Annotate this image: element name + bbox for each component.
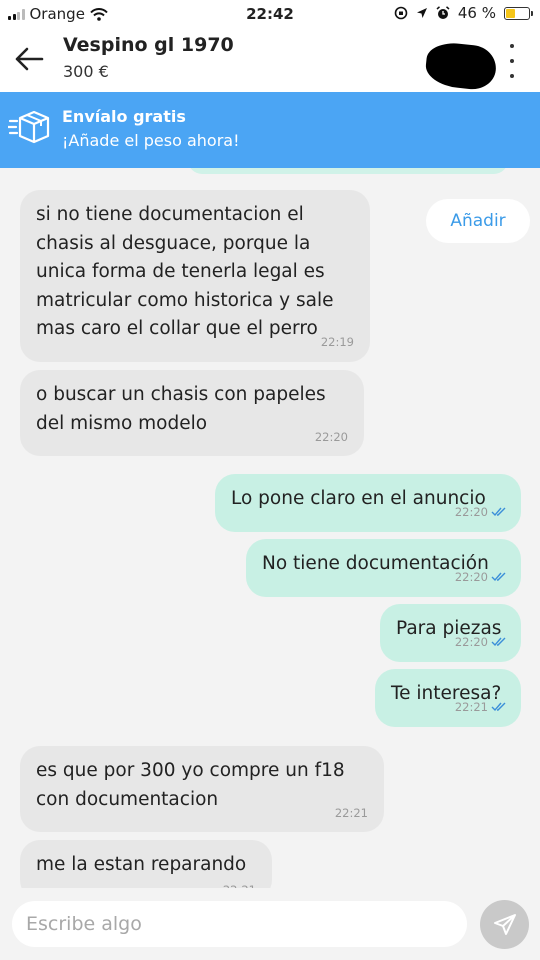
shipping-banner: Envíalo gratis ¡Añade el peso ahora! Aña…	[0, 92, 540, 243]
listing-title[interactable]: Vespino gl 1970	[63, 34, 234, 56]
location-icon	[416, 8, 427, 18]
read-check-icon	[491, 637, 506, 647]
status-right: 46 %	[394, 4, 533, 22]
message-bubble-incoming[interactable]: me la estan reparando 22:21	[20, 840, 272, 888]
read-check-icon	[491, 702, 506, 712]
message-time: 22:20	[314, 429, 348, 444]
status-bar: Orange 22:42 46 %	[0, 0, 540, 28]
read-check-icon	[491, 507, 506, 517]
message-time: 22:20	[454, 505, 488, 519]
alarm-icon	[436, 6, 450, 19]
avatar[interactable]	[423, 40, 499, 92]
back-arrow-icon[interactable]	[14, 46, 44, 72]
message-text: o buscar un chasis con papeles del mismo…	[36, 384, 326, 434]
message-bubble-outgoing[interactable]: No tiene documentación 22:20	[246, 539, 521, 597]
message-bubble-outgoing[interactable]: Para piezas 22:20	[380, 604, 521, 662]
message-input[interactable]	[12, 901, 467, 947]
battery-percent: 46 %	[457, 4, 496, 22]
package-icon	[8, 110, 50, 144]
message-list[interactable]: si no tiene documentacion el chasis al d…	[0, 168, 540, 888]
send-button[interactable]	[480, 900, 529, 949]
message-bubble-incoming[interactable]: o buscar un chasis con papeles del mismo…	[20, 370, 364, 456]
message-time: 22:21	[334, 805, 368, 820]
more-options-icon[interactable]	[502, 44, 522, 78]
orientation-lock-icon	[394, 6, 408, 20]
previous-message-edge	[188, 168, 508, 174]
message-composer	[0, 888, 540, 960]
message-time: 22:21	[454, 700, 488, 714]
banner-title: Envíalo gratis	[62, 107, 186, 126]
message-time: 22:20	[454, 570, 488, 584]
listing-price: 300 €	[63, 62, 109, 81]
read-check-icon	[491, 572, 506, 582]
message-time: 22:21	[223, 876, 256, 889]
message-bubble-incoming[interactable]: es que por 300 yo compre un f18 con docu…	[20, 746, 384, 832]
message-bubble-outgoing[interactable]: Lo pone claro en el anuncio 22:20	[215, 474, 521, 532]
message-time: 22:19	[320, 335, 354, 349]
message-bubble-outgoing[interactable]: Te interesa? 22:21	[375, 669, 521, 727]
chat-header: Vespino gl 1970 300 €	[0, 28, 540, 92]
message-text: si no tiene documentacion el chasis al d…	[36, 204, 334, 339]
battery-icon	[504, 6, 533, 20]
message-bubble-incoming[interactable]: si no tiene documentacion el chasis al d…	[20, 190, 370, 362]
message-time: 22:20	[454, 635, 488, 649]
banner-subtitle: ¡Añade el peso ahora!	[62, 131, 240, 150]
send-icon	[493, 913, 516, 935]
message-text: es que por 300 yo compre un f18 con docu…	[36, 760, 345, 810]
